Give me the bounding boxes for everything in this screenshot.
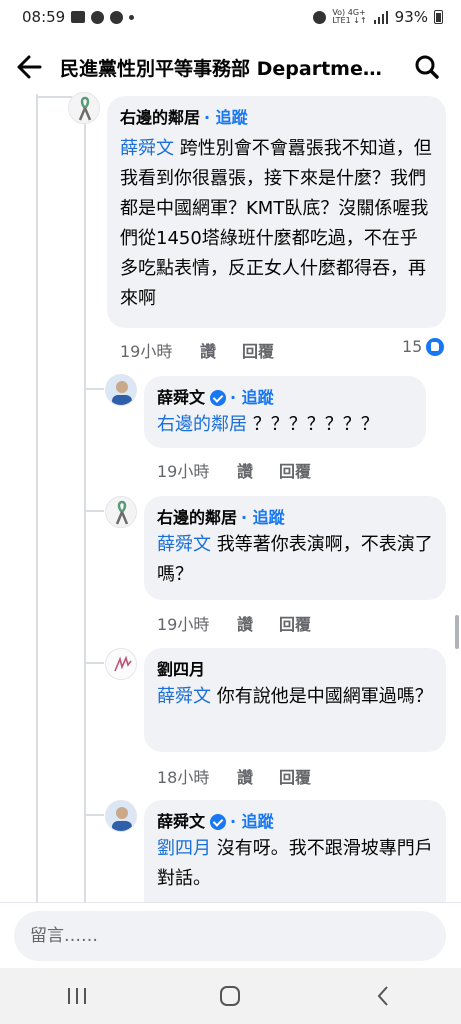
status-bar: 08:59 Vo) 4G+ LTE1 ↓↑ 93%	[0, 0, 461, 34]
follow-link[interactable]: · 追蹤	[230, 810, 274, 834]
reaction-count: 15	[402, 337, 423, 356]
avatar[interactable]	[68, 92, 100, 124]
battery-icon	[434, 10, 443, 24]
comment-body: ？？？？？？？	[247, 414, 379, 435]
comment-actions: 19小時 讚 回覆	[157, 611, 311, 635]
comment-author[interactable]: 劉四月	[157, 658, 205, 682]
comment-body: 你有說他是中國網軍過嗎？	[211, 686, 433, 707]
scrollbar-thumb[interactable]	[455, 615, 459, 649]
reaction-summary[interactable]: 15	[402, 337, 445, 356]
search-button[interactable]	[410, 52, 444, 82]
reply-button[interactable]: 回覆	[279, 458, 311, 482]
reply-button[interactable]: 回覆	[242, 338, 274, 362]
comment-text: 右邊的鄰居 ？？？？？？？	[157, 410, 413, 440]
home-icon	[220, 986, 241, 1006]
back-button[interactable]	[14, 52, 48, 82]
comment-bubble: 薛舜文 · 追蹤 劉四月 沒有呀。我不跟滑坡專門戶對話。	[144, 800, 446, 902]
back-nav-button[interactable]	[354, 976, 414, 1016]
thread-branch	[84, 510, 104, 512]
mention-link[interactable]: 右邊的鄰居	[157, 414, 247, 435]
like-button[interactable]: 讚	[200, 338, 242, 362]
comment-header: 薛舜文 · 追蹤	[157, 386, 413, 410]
avatar[interactable]	[105, 496, 137, 528]
app-header: 民進黨性別平等事務部 Departme…	[0, 40, 461, 94]
mention-link[interactable]: 薛舜文	[157, 686, 211, 707]
thread-branch	[84, 662, 104, 664]
comment-text: 薛舜文 跨性別會不會囂張我不知道，但我看到你很囂張，接下來是什麼？我們都是中國網…	[120, 134, 433, 314]
ribbon-icon	[115, 500, 129, 525]
comment-bubble: 右邊的鄰居 · 追蹤 薛舜文 我等著你表演啊，不表演了嗎？	[144, 496, 446, 600]
cloud-icon	[110, 10, 124, 24]
comment-text: 劉四月 沒有呀。我不跟滑坡專門戶對話。	[157, 834, 433, 894]
thread-branch	[84, 388, 104, 390]
reply-button[interactable]: 回覆	[279, 611, 311, 635]
comment-header: 劉四月	[157, 658, 433, 682]
comment-bubble: 劉四月 薛舜文 你有說他是中國網軍過嗎？	[144, 648, 446, 752]
comment-actions: 18小時 讚 回覆	[157, 764, 311, 788]
arrow-left-icon	[17, 55, 42, 79]
verified-badge-icon	[210, 814, 227, 830]
avatar[interactable]	[105, 648, 137, 680]
comment-composer	[0, 902, 461, 968]
comment-actions: 19小時 讚 回覆	[120, 338, 274, 362]
status-time: 08:59	[22, 8, 66, 26]
line-app-icon	[91, 10, 105, 24]
comment-bubble: 薛舜文 · 追蹤 右邊的鄰居 ？？？？？？？	[144, 376, 426, 448]
gallery-icon	[71, 11, 86, 23]
profile-photo-icon	[112, 807, 132, 831]
comment-header: 右邊的鄰居 · 追蹤	[120, 106, 433, 130]
comment-input[interactable]	[14, 911, 446, 961]
recent-apps-icon	[67, 988, 86, 1004]
thread-line	[36, 94, 38, 902]
signal-icon	[373, 10, 388, 24]
follow-link[interactable]: · 追蹤	[241, 506, 285, 530]
comment-time: 19小時	[120, 342, 173, 361]
comment-time: 19小時	[157, 462, 210, 481]
like-button[interactable]: 讚	[237, 611, 279, 635]
system-nav-bar	[0, 968, 461, 1024]
comment-header: 薛舜文 · 追蹤	[157, 810, 433, 834]
thread-line	[36, 96, 72, 98]
battery-percent: 93%	[394, 8, 428, 26]
alarm-icon	[313, 10, 327, 24]
comment-header: 右邊的鄰居 · 追蹤	[157, 506, 433, 530]
profile-photo-icon	[112, 381, 132, 405]
ribbon-icon	[78, 96, 92, 121]
thread-branch	[84, 814, 104, 816]
like-button[interactable]: 讚	[237, 458, 279, 482]
recent-apps-button[interactable]	[47, 976, 107, 1016]
like-reaction-icon	[426, 337, 445, 356]
home-button[interactable]	[200, 976, 260, 1016]
search-icon	[415, 55, 439, 79]
follow-link[interactable]: · 追蹤	[204, 106, 248, 130]
comment-author[interactable]: 薛舜文	[157, 810, 205, 834]
comment-author[interactable]: 薛舜文	[157, 386, 205, 410]
scribble-avatar-icon	[114, 655, 132, 672]
avatar[interactable]	[105, 374, 137, 406]
comment-author[interactable]: 右邊的鄰居	[157, 506, 237, 530]
page-title: 民進黨性別平等事務部 Departme…	[60, 58, 382, 80]
mention-link[interactable]: 薛舜文	[157, 534, 211, 555]
comment-text: 薛舜文 你有說他是中國網軍過嗎？	[157, 682, 433, 712]
comment-actions: 19小時 讚 回覆	[157, 458, 311, 482]
avatar[interactable]	[105, 800, 137, 832]
comment-author[interactable]: 右邊的鄰居	[120, 106, 200, 130]
comment-text: 薛舜文 我等著你表演啊，不表演了嗎？	[157, 530, 433, 590]
comment-body: 跨性別會不會囂張我不知道，但我看到你很囂張，接下來是什麼？我們都是中國網軍？KM…	[120, 138, 432, 309]
comment-time: 19小時	[157, 615, 210, 634]
reply-button[interactable]: 回覆	[279, 764, 311, 788]
thread-line	[84, 112, 86, 902]
network-label-bottom: LTE1 ↓↑	[332, 16, 367, 25]
mention-link[interactable]: 劉四月	[157, 838, 211, 859]
comment-time: 18小時	[157, 768, 210, 787]
comment-bubble: 右邊的鄰居 · 追蹤 薛舜文 跨性別會不會囂張我不知道，但我看到你很囂張，接下來…	[107, 96, 446, 328]
chevron-left-icon	[377, 986, 388, 1006]
verified-badge-icon	[210, 390, 227, 406]
mention-link[interactable]: 薛舜文	[120, 138, 174, 159]
more-notifications-dot-icon	[129, 14, 135, 20]
follow-link[interactable]: · 追蹤	[230, 386, 274, 410]
like-button[interactable]: 讚	[237, 764, 279, 788]
